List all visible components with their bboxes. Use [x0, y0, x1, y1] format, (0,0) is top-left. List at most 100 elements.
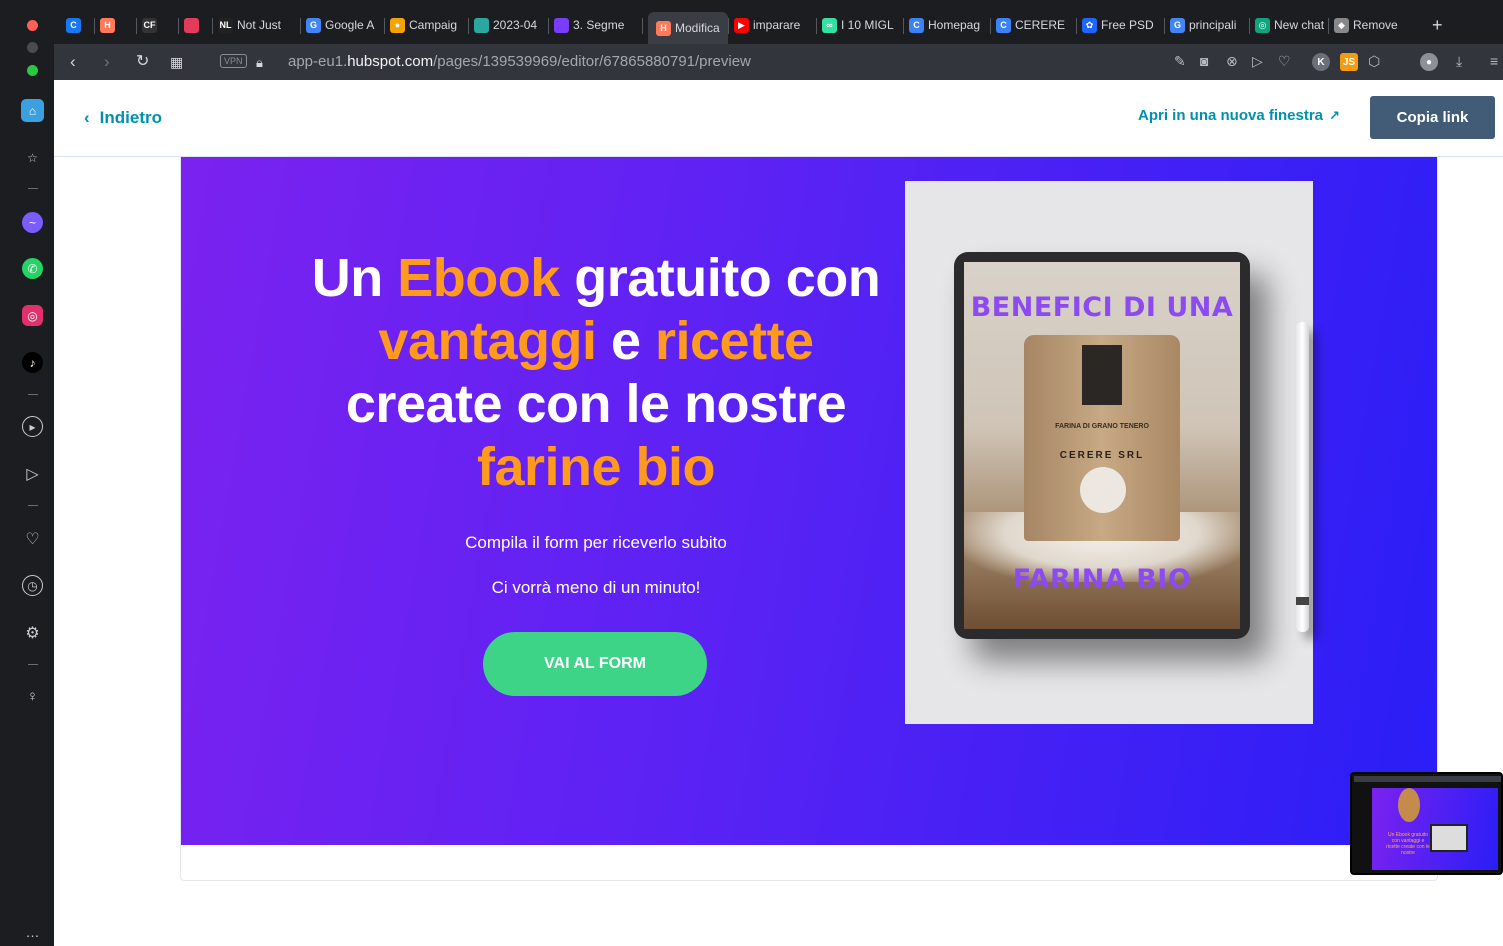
tab-label: I 10 MIGL — [841, 18, 894, 32]
url-field[interactable]: app-eu1.hubspot.com/pages/139539969/edit… — [288, 53, 751, 70]
tab-label: 3. Segme — [573, 18, 625, 32]
copy-link-button[interactable]: Copia link — [1370, 96, 1495, 139]
extension-js-icon[interactable]: JS — [1340, 53, 1358, 71]
extensions-cube-icon[interactable]: ⬡ — [1368, 53, 1380, 70]
profile-avatar-icon[interactable]: ● — [1420, 53, 1438, 71]
tab-favicon-icon: ● — [390, 17, 405, 33]
chevron-left-icon: ‹ — [84, 108, 90, 127]
adblock-icon[interactable]: ⊗ — [1226, 53, 1238, 70]
tab-favicon-icon: C — [909, 17, 924, 33]
tab-favicon-icon: ∞ — [822, 17, 837, 33]
menu-icon[interactable]: ≡ — [1490, 53, 1498, 69]
flow-icon[interactable]: ▷ — [1252, 53, 1263, 70]
screenshot-thumbnail[interactable]: Un Ebook gratuito con vantaggi e ricette… — [1350, 772, 1503, 875]
tab-favicon-icon: C — [66, 17, 81, 33]
browser-tab[interactable]: ◎ New chat — [1255, 15, 1327, 35]
close-window-dot[interactable] — [27, 20, 38, 31]
home-icon[interactable]: ⌂ — [21, 99, 44, 122]
new-tab-button[interactable]: + — [1432, 15, 1443, 35]
browser-tab[interactable]: 3. Segme — [554, 15, 628, 35]
tab-separator — [728, 18, 729, 34]
tab-favicon-icon: G — [306, 17, 321, 33]
vpn-badge[interactable]: VPN — [220, 54, 247, 68]
tab-separator — [1328, 18, 1329, 34]
tab-favicon-icon: G — [1170, 17, 1185, 33]
player-icon[interactable]: ▸ — [22, 416, 43, 437]
forward-nav-icon[interactable]: › — [104, 52, 110, 72]
maximize-window-dot[interactable] — [27, 65, 38, 76]
tab-favicon-icon: ✿ — [1082, 17, 1097, 33]
whatsapp-icon[interactable]: ✆ — [22, 258, 43, 279]
extension-k-icon[interactable]: K — [1312, 53, 1330, 71]
minimize-window-dot[interactable] — [27, 42, 38, 53]
tab-favicon-icon — [184, 17, 199, 33]
tab-label: 2023-04 — [493, 18, 538, 32]
tab-favicon-icon: H — [656, 20, 671, 36]
browser-tab[interactable]: 2023-04 — [474, 15, 542, 35]
cta-button[interactable]: VAI AL FORM — [483, 632, 707, 696]
hero-section: Un Ebook gratuito con vantaggi e ricette… — [181, 157, 1437, 845]
tabs-grid-icon[interactable]: ▦ — [170, 52, 183, 72]
browser-tab[interactable]: C — [66, 15, 82, 35]
instagram-icon[interactable]: ◎ — [22, 305, 43, 326]
reload-icon[interactable]: ↻ — [136, 52, 149, 72]
lightbulb-icon[interactable]: ♀ — [22, 686, 43, 707]
tab-favicon-icon: ▶ — [734, 17, 749, 33]
tab-separator — [178, 18, 179, 34]
browser-tab[interactable]: G Google A — [306, 15, 376, 35]
sidebar-separator — [28, 188, 38, 189]
thumbnail-text: Un Ebook gratuito con vantaggi e ricette… — [1386, 832, 1430, 856]
bookmark-heart-icon[interactable]: ♡ — [1278, 53, 1291, 70]
messenger-icon[interactable]: ~ — [22, 212, 43, 233]
browser-tab[interactable]: ∞ I 10 MIGL — [822, 15, 896, 35]
browser-tab[interactable]: C CERERE — [996, 15, 1070, 35]
browser-tab[interactable]: H — [100, 15, 120, 35]
camera-icon[interactable]: ◙ — [1200, 53, 1208, 69]
tab-favicon-icon: ◆ — [1334, 17, 1349, 33]
browser-tab[interactable]: ● Campaig — [390, 15, 460, 35]
browser-tab[interactable]: CF — [142, 15, 164, 35]
external-link-icon: ↗ — [1329, 107, 1340, 123]
browser-tab[interactable]: H Modifica — [648, 12, 728, 44]
back-label: Indietro — [99, 108, 163, 127]
history-icon[interactable]: ◷ — [22, 575, 43, 596]
browser-tab[interactable]: ✿ Free PSD — [1082, 15, 1158, 35]
tab-separator — [94, 18, 95, 34]
tab-label: Homepag — [928, 18, 981, 32]
tab-label: Google A — [325, 18, 375, 32]
tab-separator — [903, 18, 904, 34]
back-button[interactable]: ‹ Indietro — [84, 108, 162, 128]
sidebar-separator — [28, 505, 38, 506]
tab-bar: C H CF NL Not Just G Google A ● Campaig 2023-04 3.… — [54, 0, 1503, 44]
settings-icon[interactable]: ⚙ — [22, 622, 43, 643]
address-bar: ‹ › ↻ ▦ VPN 🔒︎ app-eu1.hubspot.com/pages… — [54, 44, 1503, 80]
sidebar-separator — [28, 394, 38, 395]
tab-separator — [1164, 18, 1165, 34]
tab-favicon-icon: C — [996, 17, 1011, 33]
star-icon[interactable]: ☆ — [22, 147, 43, 168]
open-new-window-link[interactable]: Apri in una nuova finestra ↗ — [1138, 107, 1340, 124]
browser-tab[interactable]: ◆ Remove — [1334, 15, 1412, 35]
open-new-window-label: Apri in una nuova finestra — [1138, 107, 1324, 124]
tab-separator — [1076, 18, 1077, 34]
edit-icon[interactable]: ✎ — [1174, 53, 1186, 70]
hero-subtitle-2: Ci vorrà meno di un minuto! — [491, 578, 701, 597]
ebook-cover: FARINA DI GRANO TENERO CERERE SRL BENEFI… — [964, 262, 1240, 629]
browser-tab[interactable]: ▶ imparare — [734, 15, 806, 35]
browser-tab[interactable]: C Homepag — [909, 15, 983, 35]
tab-label: CERERE — [1015, 18, 1066, 32]
back-nav-icon[interactable]: ‹ — [70, 52, 76, 72]
lock-icon[interactable]: 🔒︎ — [256, 53, 263, 73]
tiktok-icon[interactable]: ♪ — [22, 352, 43, 373]
browser-tab[interactable] — [184, 15, 202, 35]
download-icon[interactable]: ⤓ — [1456, 53, 1462, 70]
tab-separator — [990, 18, 991, 34]
tab-favicon-icon: NL — [218, 17, 233, 33]
hero-subtitle: Compila il form per riceverlo subito — [465, 533, 727, 552]
heart-icon[interactable]: ♡ — [22, 528, 43, 549]
send-icon[interactable]: ▷ — [22, 463, 43, 484]
tab-separator — [468, 18, 469, 34]
browser-tab[interactable]: NL Not Just — [218, 15, 290, 35]
more-icon[interactable]: … — [22, 921, 43, 942]
browser-tab[interactable]: Gprincipali — [1170, 15, 1244, 35]
